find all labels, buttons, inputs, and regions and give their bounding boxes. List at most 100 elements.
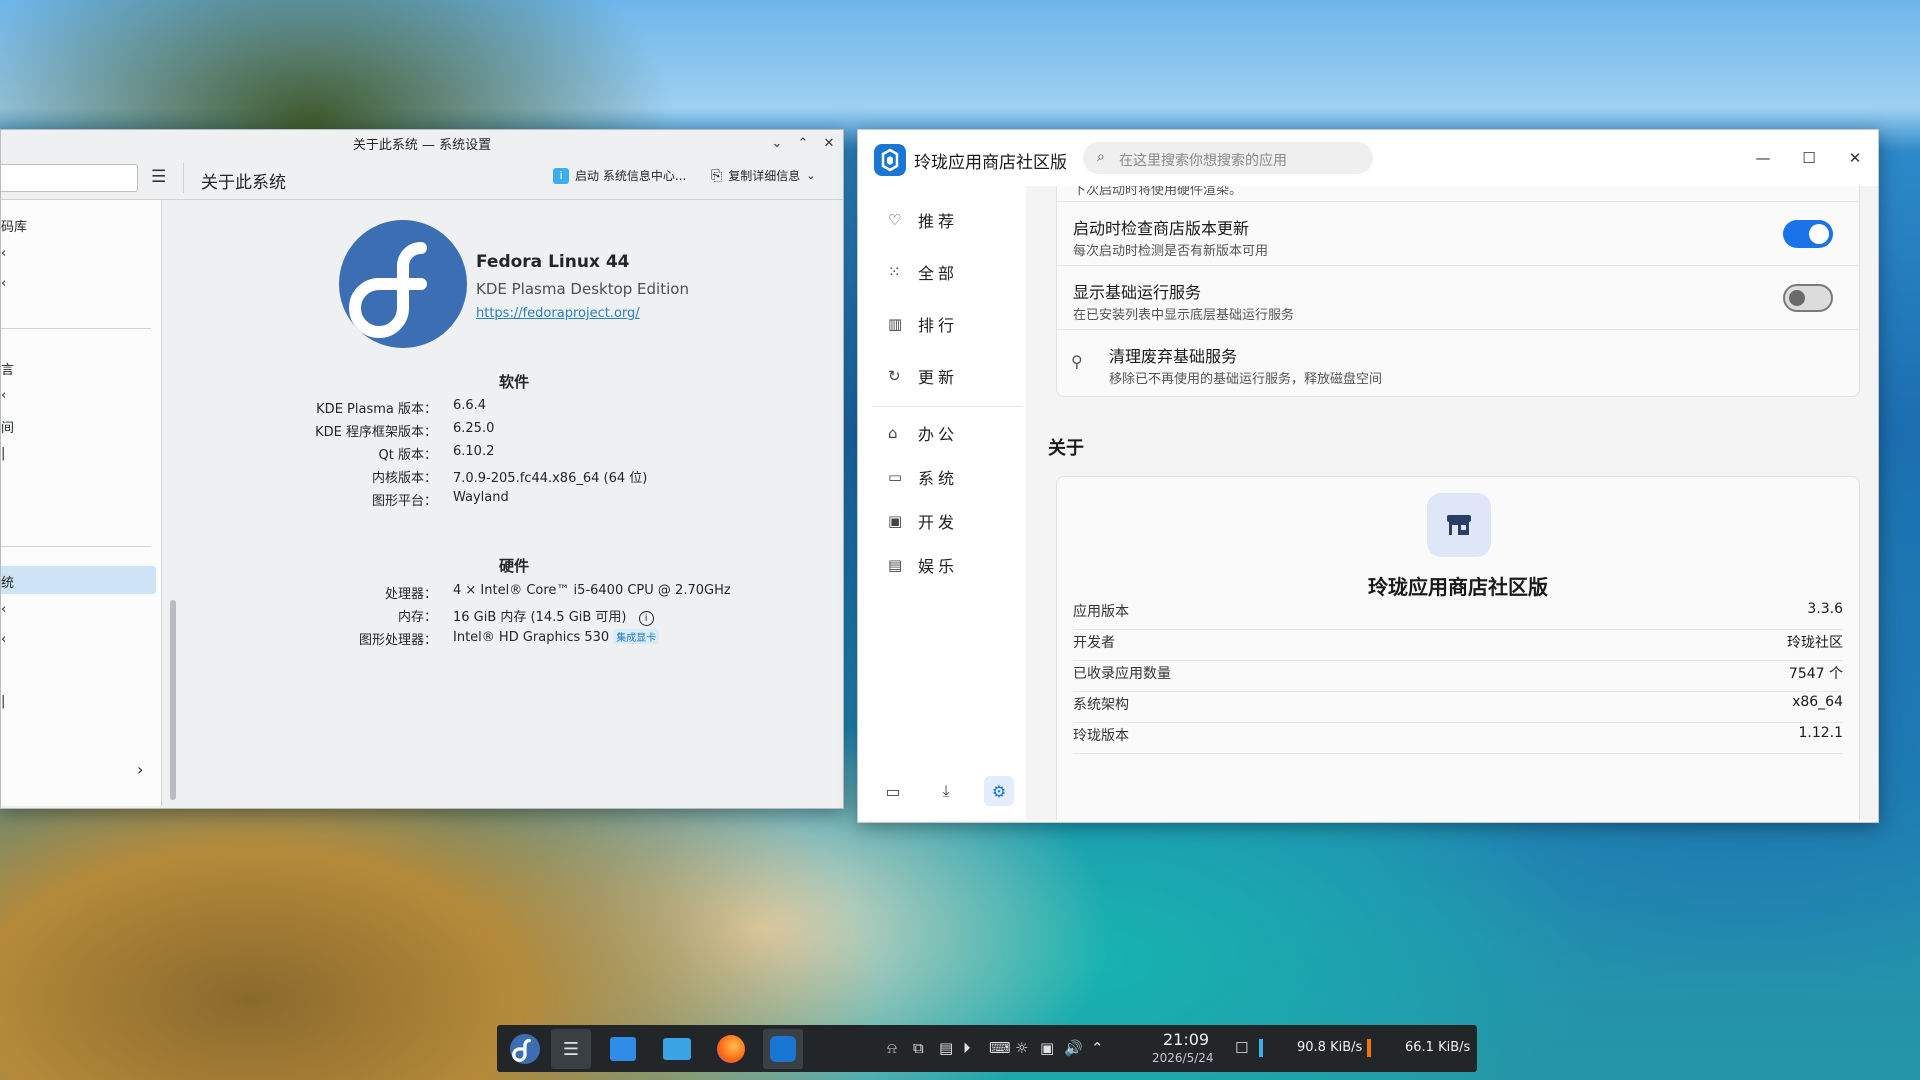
sidebar-item-system[interactable]: 统 (1, 572, 14, 591)
nav-item-recommend[interactable]: ♡ 推荐 (888, 208, 958, 232)
net-activity-bar-icon (1367, 1039, 1371, 1057)
sidebar-item[interactable]: 码库 (1, 216, 27, 235)
title-bar[interactable]: 关于此系统 — 系统设置 ⌄ ⌃ ✕ (1, 130, 843, 156)
linglong-store-window: 玲珑应用商店社区版 ⌕ 在这里搜索你想搜索的应用 — ☐ ✕ ♡ 推荐 ⁙ 全部 ▥… (857, 129, 1879, 823)
volume-icon[interactable]: 🔊 (1064, 1039, 1083, 1057)
nav-item-develop[interactable]: ▣ 开发 (888, 509, 958, 533)
close-icon[interactable]: ✕ (1832, 130, 1878, 186)
copy-details-label: 复制详细信息 (728, 169, 801, 183)
net-down-speed: 90.8 KiB/s (1297, 1040, 1363, 1055)
nav-label: 开发 (918, 513, 959, 532)
maximize-icon[interactable]: ⌃ (795, 135, 811, 151)
nav-item-office[interactable]: ⌂ 办公 (888, 421, 958, 445)
clean-base-services-button[interactable]: ⚲ 清理废弃基础服务 移除已不再使用的基础运行服务，释放磁盘空间 (1057, 329, 1859, 394)
app-name: 玲珑应用商店社区版 (914, 153, 1067, 173)
show-base-toggle[interactable] (1783, 284, 1833, 312)
linglong-task-icon[interactable] (763, 1029, 803, 1069)
sidebar-item[interactable]: 间 (1, 417, 14, 436)
show-desktop-icon[interactable]: ☐ (1235, 1039, 1248, 1057)
software-row: KDE 程序框架版本： 6.25.0 (183, 421, 841, 441)
discover-store-icon[interactable] (603, 1029, 643, 1069)
terminal-icon: ▣ (888, 512, 903, 530)
keyboard-icon[interactable]: ⌨ (989, 1039, 1011, 1057)
clipboard-manager-icon[interactable]: ⧉ (913, 1039, 924, 1057)
sidebar-item[interactable]: | (1, 694, 5, 709)
download-icon[interactable]: ⤓ (931, 776, 961, 806)
sidebar-item[interactable]: ‹ (1, 276, 6, 291)
fedora-launcher-icon[interactable] (505, 1029, 545, 1069)
row-key: 图形平台： (371, 494, 437, 509)
minimize-icon[interactable]: — (1740, 130, 1786, 186)
info-value: x86_64 (1792, 694, 1843, 710)
toolbar-divider (183, 163, 184, 193)
maximize-icon[interactable]: ☐ (1786, 130, 1832, 186)
clipboard-icon[interactable]: ▤ (939, 1039, 953, 1057)
network-icon[interactable]: ▣ (1040, 1039, 1054, 1057)
row-key: KDE 程序框架版本： (315, 425, 437, 440)
close-icon[interactable]: ✕ (821, 135, 837, 151)
toolbar: ☰ 关于此系统 i 启动 系统信息中心... ⎘ 复制详细信息 ⌄ (1, 157, 843, 200)
nav-item-ranking[interactable]: ▥ 排行 (888, 312, 958, 336)
nav-label: 娱乐 (918, 557, 959, 576)
setting-desc: 移除已不再使用的基础运行服务，释放磁盘空间 (1109, 372, 1383, 387)
copy-details-button[interactable]: ⎘ 复制详细信息 ⌄ (711, 167, 815, 184)
nav-label: 全部 (918, 264, 959, 283)
row-key: 图形处理器： (358, 633, 437, 648)
nav-item-all[interactable]: ⁙ 全部 (888, 260, 958, 284)
clapperboard-icon: ▤ (888, 556, 903, 574)
sidebar-item[interactable]: ‹ (1, 246, 6, 261)
sidebar-item[interactable]: ‹ (1, 632, 6, 647)
ranking-icon: ▥ (888, 315, 903, 333)
title-bar[interactable]: 玲珑应用商店社区版 ⌕ 在这里搜索你想搜索的应用 — ☐ ✕ (858, 130, 1878, 186)
row-value: 4 × Intel® Core™ i5-6400 CPU @ 2.70GHz (453, 583, 731, 598)
setting-title: 显示基础运行服务 (1073, 283, 1202, 302)
folder-icon[interactable]: ▭ (878, 776, 908, 806)
search-input[interactable]: ⌕ 在这里搜索你想搜索的应用 (1083, 142, 1373, 174)
sidebar-scrollbar[interactable] (167, 200, 179, 806)
nav-item-update[interactable]: ↻ 更新 (888, 364, 958, 388)
settings-content[interactable]: 下次启动时将使用硬件渲染。 启动时检查商店版本更新 每次启动时检测是否有新版本可… (1026, 186, 1878, 820)
notification-bell-icon[interactable]: ⍾ (887, 1039, 897, 1057)
nav-item-entertainment[interactable]: ▤ 娱乐 (888, 553, 958, 577)
system-settings-task-icon[interactable]: ☰ (551, 1029, 591, 1069)
sidebar-divider (1, 328, 151, 329)
window-title: 关于此系统 — 系统设置 (352, 137, 492, 153)
cpu-bar-icon (1259, 1039, 1263, 1057)
file-manager-icon[interactable] (657, 1029, 697, 1069)
row-value: Wayland (453, 490, 509, 505)
scrollbar-thumb[interactable] (170, 600, 176, 800)
nav-label: 办公 (918, 425, 959, 444)
media-player-icon[interactable]: ⏵ (963, 1039, 971, 1057)
store-icon (1427, 493, 1491, 557)
software-heading: 软件 (498, 373, 529, 391)
sidebar-item[interactable]: ‹ (1, 602, 6, 617)
sidebar-item[interactable]: ‹ (1, 388, 6, 403)
clock-date[interactable]: 2026/5/24 (1152, 1051, 1214, 1065)
launch-info-center-button[interactable]: i 启动 系统信息中心... (553, 167, 686, 184)
check-update-toggle[interactable] (1783, 220, 1833, 248)
info-row: 玲珑版本 1.12.1 (1073, 715, 1843, 754)
brightness-icon[interactable]: ☼ (1015, 1039, 1028, 1057)
chevron-right-icon[interactable]: › (137, 760, 143, 779)
minimize-icon[interactable]: ⌄ (769, 135, 785, 151)
firefox-icon[interactable] (711, 1029, 751, 1069)
row-key: Qt 版本： (378, 448, 437, 463)
row-value: 6.10.2 (453, 444, 495, 459)
store-sidebar: ♡ 推荐 ⁙ 全部 ▥ 排行 ↻ 更新 ⌂ 办公 ▭ 系统 ▣ 开发 ▤ 娱乐 ▭ ⤓ ⚙ (858, 186, 1026, 820)
sidebar-search-input[interactable] (1, 164, 138, 192)
hamburger-menu-icon[interactable]: ☰ (151, 167, 166, 187)
info-icon[interactable]: i (638, 611, 654, 626)
nav-item-system[interactable]: ▭ 系统 (888, 465, 958, 489)
os-url-link[interactable]: https://fedoraproject.org/ (476, 306, 640, 321)
sidebar-item[interactable]: 言 (1, 359, 14, 378)
os-edition: KDE Plasma Desktop Edition (476, 280, 689, 298)
sidebar-item[interactable]: | (1, 446, 5, 461)
clock-time[interactable]: 21:09 (1163, 1030, 1209, 1049)
row-key: KDE Plasma 版本： (316, 402, 437, 417)
tray-expand-icon[interactable]: ⌃ (1091, 1039, 1104, 1057)
sidebar-item-selected[interactable] (1, 566, 156, 594)
row-key: 内存： (397, 610, 437, 625)
hardware-heading: 硬件 (498, 557, 529, 575)
setting-row-show-base: 显示基础运行服务 在已安装列表中显示底层基础运行服务 (1057, 265, 1859, 330)
settings-gear-icon[interactable]: ⚙ (984, 776, 1014, 806)
